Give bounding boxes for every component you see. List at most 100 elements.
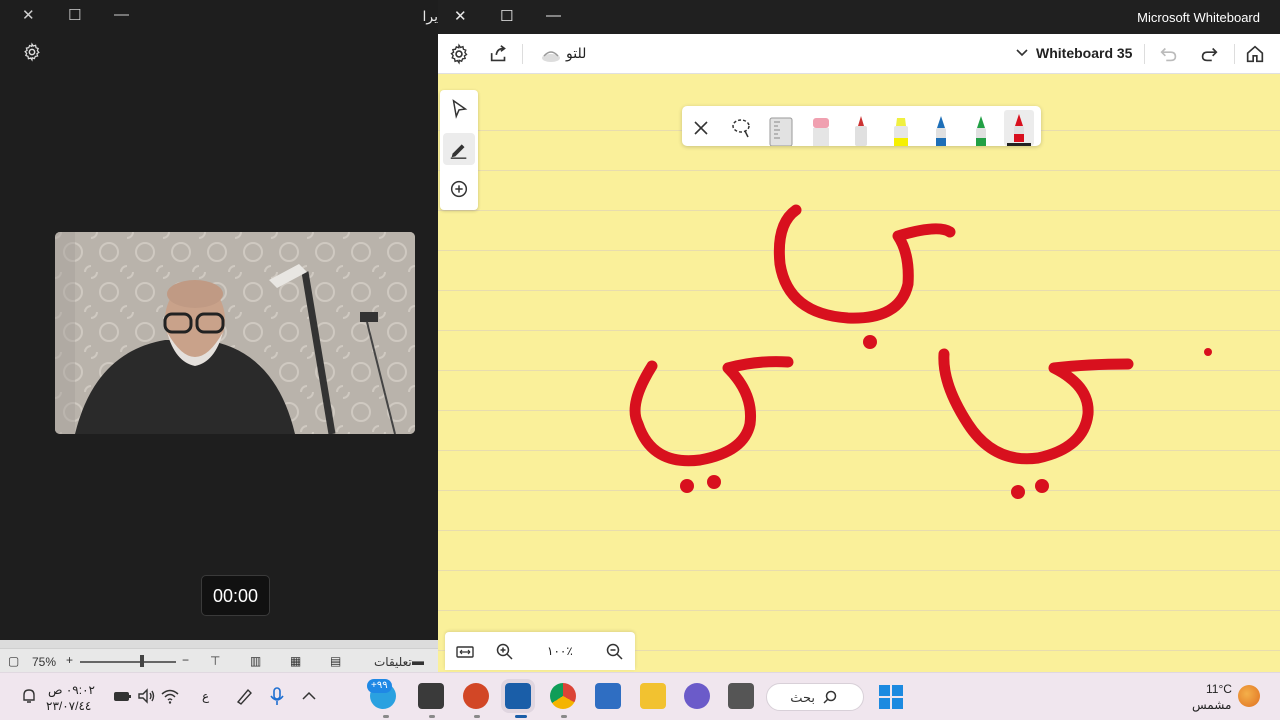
home-icon[interactable]	[1244, 43, 1266, 65]
select-arrow-icon[interactable]	[448, 98, 470, 120]
pen-green-icon[interactable]	[966, 110, 996, 146]
chrome-icon[interactable]	[550, 683, 576, 709]
wifi-icon[interactable]	[160, 687, 180, 705]
task-view-icon[interactable]	[728, 683, 754, 709]
whiteboard-app-icon[interactable]	[501, 679, 535, 713]
zoom-percentage[interactable]: ١٠٠٪	[547, 644, 573, 658]
camera-close-button[interactable]: ✕	[22, 6, 35, 24]
undo-icon[interactable]	[1158, 43, 1180, 65]
zoom-slider[interactable]	[80, 661, 176, 663]
notifications-icon[interactable]	[20, 687, 38, 705]
board-logo-text: للتو	[566, 45, 587, 61]
ink-toolbar	[682, 106, 1041, 146]
whiteboard-close-button[interactable]: ✕	[454, 7, 467, 25]
lasso-select-icon[interactable]	[726, 110, 756, 146]
ink-dot	[863, 335, 877, 349]
windows-start-icon[interactable]	[878, 684, 904, 710]
camera-titlebar: ✕ ☐ — يرا	[0, 0, 440, 34]
pen-gray-icon[interactable]	[846, 110, 876, 146]
chevron-up-icon[interactable]	[300, 687, 318, 705]
close-ink-toolbar-icon[interactable]	[686, 110, 716, 146]
teams-chat-icon[interactable]	[684, 683, 710, 709]
weather-description[interactable]: مشمس	[1192, 698, 1231, 712]
zoom-out-icon[interactable]	[605, 642, 625, 662]
camera-window-title: يرا	[422, 8, 438, 24]
taskbar-search[interactable]: بحث	[766, 683, 864, 711]
volume-icon[interactable]	[136, 687, 156, 705]
whiteboard-maximize-button[interactable]: ☐	[500, 7, 513, 25]
whiteboard-titlebar: ✕ ☐ — Microsoft Whiteboard	[438, 0, 1280, 34]
eraser-icon[interactable]	[806, 110, 836, 146]
zoom-level[interactable]: 75%	[32, 655, 56, 669]
running-indicator	[561, 715, 567, 718]
clock-time[interactable]: ٠٩:٠٢ ص	[48, 683, 95, 697]
comments-button[interactable]: تعليقات	[374, 655, 412, 669]
whiteboard-minimize-button[interactable]: —	[546, 7, 561, 24]
zoom-minus-button[interactable]: −	[182, 653, 189, 667]
input-language[interactable]: ع	[202, 689, 209, 703]
slideshow-view-icon[interactable]: ⊤	[210, 654, 220, 668]
ink-drawing[interactable]	[438, 74, 1280, 672]
chevron-down-icon[interactable]	[1015, 46, 1029, 60]
pen-menu-icon[interactable]	[234, 687, 254, 705]
camera-window: ✕ ☐ — يرا 00:00	[0, 0, 440, 640]
pen-blue-icon[interactable]	[926, 110, 956, 146]
share-icon[interactable]	[488, 43, 510, 65]
fit-slide-icon[interactable]: ▢	[8, 654, 19, 668]
reading-view-icon[interactable]: ▥	[250, 654, 261, 668]
board-logo-icon	[542, 51, 560, 62]
comment-icon[interactable]: ▬	[412, 654, 424, 668]
notification-badge: +٩٩	[367, 679, 392, 693]
powerpoint-icon[interactable]	[463, 683, 489, 709]
presenter-video-image	[55, 232, 415, 434]
weather-temperature[interactable]: 11°C	[1206, 682, 1232, 696]
zoom-plus-button[interactable]: +	[66, 653, 73, 667]
highlighter-yellow-icon[interactable]	[886, 110, 916, 146]
recording-timer: 00:00	[201, 575, 270, 616]
fit-to-screen-icon[interactable]	[455, 642, 475, 662]
toolbar-divider	[1144, 44, 1145, 64]
battery-icon[interactable]	[112, 687, 132, 705]
ink-dot	[680, 479, 694, 493]
ink-dot	[1035, 479, 1049, 493]
ink-dot	[1204, 348, 1212, 356]
camera-minimize-button[interactable]: —	[114, 6, 129, 23]
whiteboard-toolbar: للتو Whiteboard 35	[438, 34, 1280, 74]
clock-date[interactable]: ٢٣/٠٧/٤٤	[46, 699, 91, 713]
toolbar-divider	[1234, 44, 1235, 64]
running-indicator	[429, 715, 435, 718]
pen-ink-icon[interactable]	[448, 138, 470, 160]
ink-dot	[707, 475, 721, 489]
settings-gear-icon[interactable]	[22, 42, 42, 62]
file-explorer-icon[interactable]	[640, 683, 666, 709]
ink-letter-yeh-left	[629, 356, 794, 467]
running-indicator	[474, 715, 480, 718]
redo-icon[interactable]	[1198, 43, 1220, 65]
slide-sorter-icon[interactable]: ▦	[290, 654, 301, 668]
running-indicator	[383, 715, 389, 718]
windows-taskbar: ٠٩:٠٢ ص ٢٣/٠٧/٤٤ ع +٩٩ بحث 11°C مشمس	[0, 672, 1280, 720]
active-indicator	[515, 715, 527, 718]
zoom-in-icon[interactable]	[495, 642, 515, 662]
zoom-control-bar: ١٠٠٪	[445, 632, 635, 670]
settings-gear-icon[interactable]	[448, 43, 470, 65]
sun-weather-icon[interactable]	[1238, 685, 1260, 707]
ink-letter-beh	[773, 204, 956, 324]
zoom-slider-thumb[interactable]	[140, 655, 144, 667]
microphone-icon[interactable]	[268, 686, 286, 706]
left-tool-panel	[440, 90, 478, 210]
store-icon[interactable]	[595, 683, 621, 709]
pen-red-icon[interactable]	[1004, 110, 1034, 146]
board-name[interactable]: Whiteboard 35	[1036, 45, 1132, 61]
presentation-status-bar: ▢ 75% + − ⊤ ▥ ▦ ▤ تعليقات ▬	[0, 648, 440, 674]
add-icon[interactable]	[448, 178, 470, 200]
camera-maximize-button[interactable]: ☐	[68, 6, 81, 24]
ink-dot	[1011, 485, 1025, 499]
app-title: Microsoft Whiteboard	[1137, 10, 1260, 25]
camera-app-icon[interactable]	[418, 683, 444, 709]
search-label: بحث	[790, 690, 815, 705]
search-icon	[823, 690, 837, 704]
normal-view-icon[interactable]: ▤	[330, 654, 341, 668]
ruler-icon[interactable]	[766, 110, 796, 146]
toolbar-divider	[522, 44, 523, 64]
